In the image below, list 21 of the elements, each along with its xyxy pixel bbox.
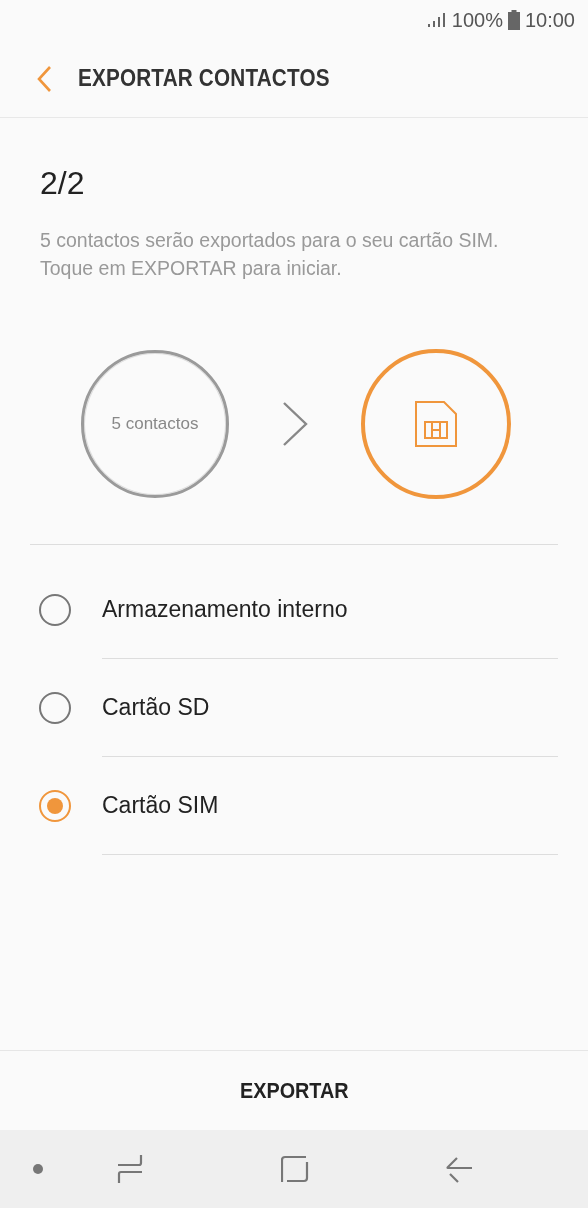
sim-card-icon — [414, 400, 458, 448]
screen-title: EXPORTAR CONTACTOS — [78, 65, 330, 92]
radio-button[interactable] — [39, 692, 71, 724]
back-nav-icon[interactable] — [445, 1156, 473, 1184]
storage-option[interactable]: Cartão SIM — [102, 757, 558, 855]
export-button[interactable]: EXPORTAR — [221, 1069, 367, 1112]
signal-icon — [426, 12, 447, 28]
storage-option[interactable]: Cartão SD — [102, 659, 558, 757]
clock: 10:00 — [524, 8, 575, 32]
chevron-icon — [281, 401, 309, 447]
battery-icon — [507, 10, 520, 30]
recent-apps-icon[interactable] — [117, 1154, 143, 1184]
description: 5 contactos serão exportados para o seu cartão SIM. Toque em EXPORTAR para iniciar. — [40, 228, 500, 281]
source-circle: 5 contactos — [81, 350, 229, 498]
radio-button[interactable] — [39, 594, 71, 626]
dot-icon[interactable] — [33, 1164, 43, 1174]
battery-percent: 100% — [451, 8, 503, 32]
step-counter: 2/2 — [40, 164, 85, 203]
storage-option[interactable]: Armazenamento interno — [102, 561, 558, 659]
radio-button[interactable] — [39, 790, 71, 822]
home-icon[interactable] — [281, 1155, 309, 1183]
